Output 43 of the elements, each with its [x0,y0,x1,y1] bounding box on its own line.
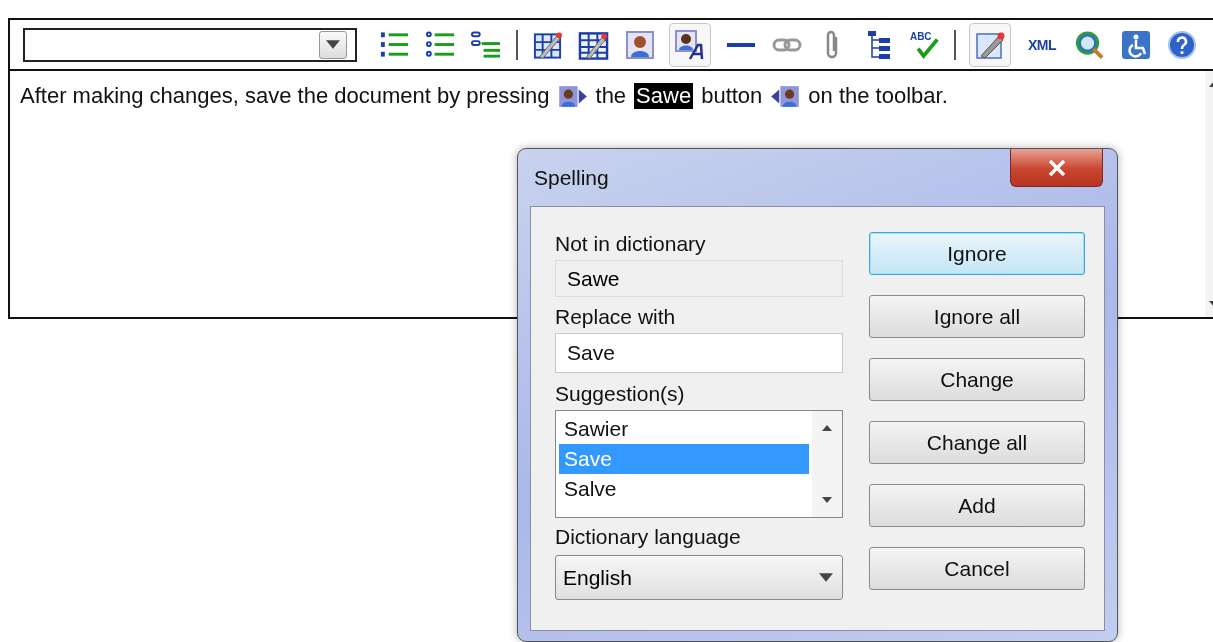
field-label: Suggestion(s) [555,381,686,407]
document-text: button [701,83,763,109]
dropdown-arrow-icon [326,40,340,49]
dialog-button[interactable]: Change [869,358,1085,401]
dialog-button[interactable]: Ignore [869,232,1085,275]
xml-icon: XML [1027,36,1057,53]
list-scrollbar[interactable] [812,411,842,517]
toolbar-button[interactable]: ABC [908,22,941,67]
wheelchair-icon [1120,29,1151,60]
not-in-dictionary-field: Sawe [555,260,843,297]
close-icon [1047,159,1066,176]
scroll-up-icon[interactable] [822,425,832,431]
dropdown-arrow-icon [819,573,833,582]
misspelled-word: Sawe [634,83,694,109]
language-dropdown[interactable]: English [555,555,843,600]
field-label: Not in dictionary [555,231,707,257]
dialog-button[interactable]: Cancel [869,547,1085,590]
tree-view-icon [866,29,891,60]
document-text: on the toolbar. [808,83,948,109]
dialog-title: Spelling [534,166,609,190]
dialog-button[interactable]: Add [869,484,1085,527]
image-marker-icon [557,85,588,108]
suggestion-item[interactable]: Salve [559,474,809,504]
field-label: Dictionary language [555,524,742,550]
field-label: Replace with [555,304,677,330]
help-icon [1166,29,1197,60]
close-button[interactable] [1010,149,1103,187]
replace-with-field[interactable]: Save [555,333,843,373]
toolbar-button[interactable]: XML [1024,22,1060,67]
suggestion-item[interactable]: Sawier [559,414,809,444]
document-text: the [595,83,627,109]
document-text: After making changes, save the document by pressing [20,83,550,109]
scroll-down-icon[interactable] [822,497,832,503]
image-marker-icon [770,85,801,108]
style-dropdown[interactable] [23,27,357,62]
chain-link-icon [771,37,802,52]
portrait-text-icon [674,28,706,61]
globe-magnifier-icon [1074,28,1105,61]
dialog-button[interactable]: Ignore all [869,295,1085,338]
outline-list-icon [471,28,502,61]
dialog-button[interactable]: Change all [869,421,1085,464]
toolbar-button[interactable] [669,22,711,67]
portrait-icon [624,29,655,60]
